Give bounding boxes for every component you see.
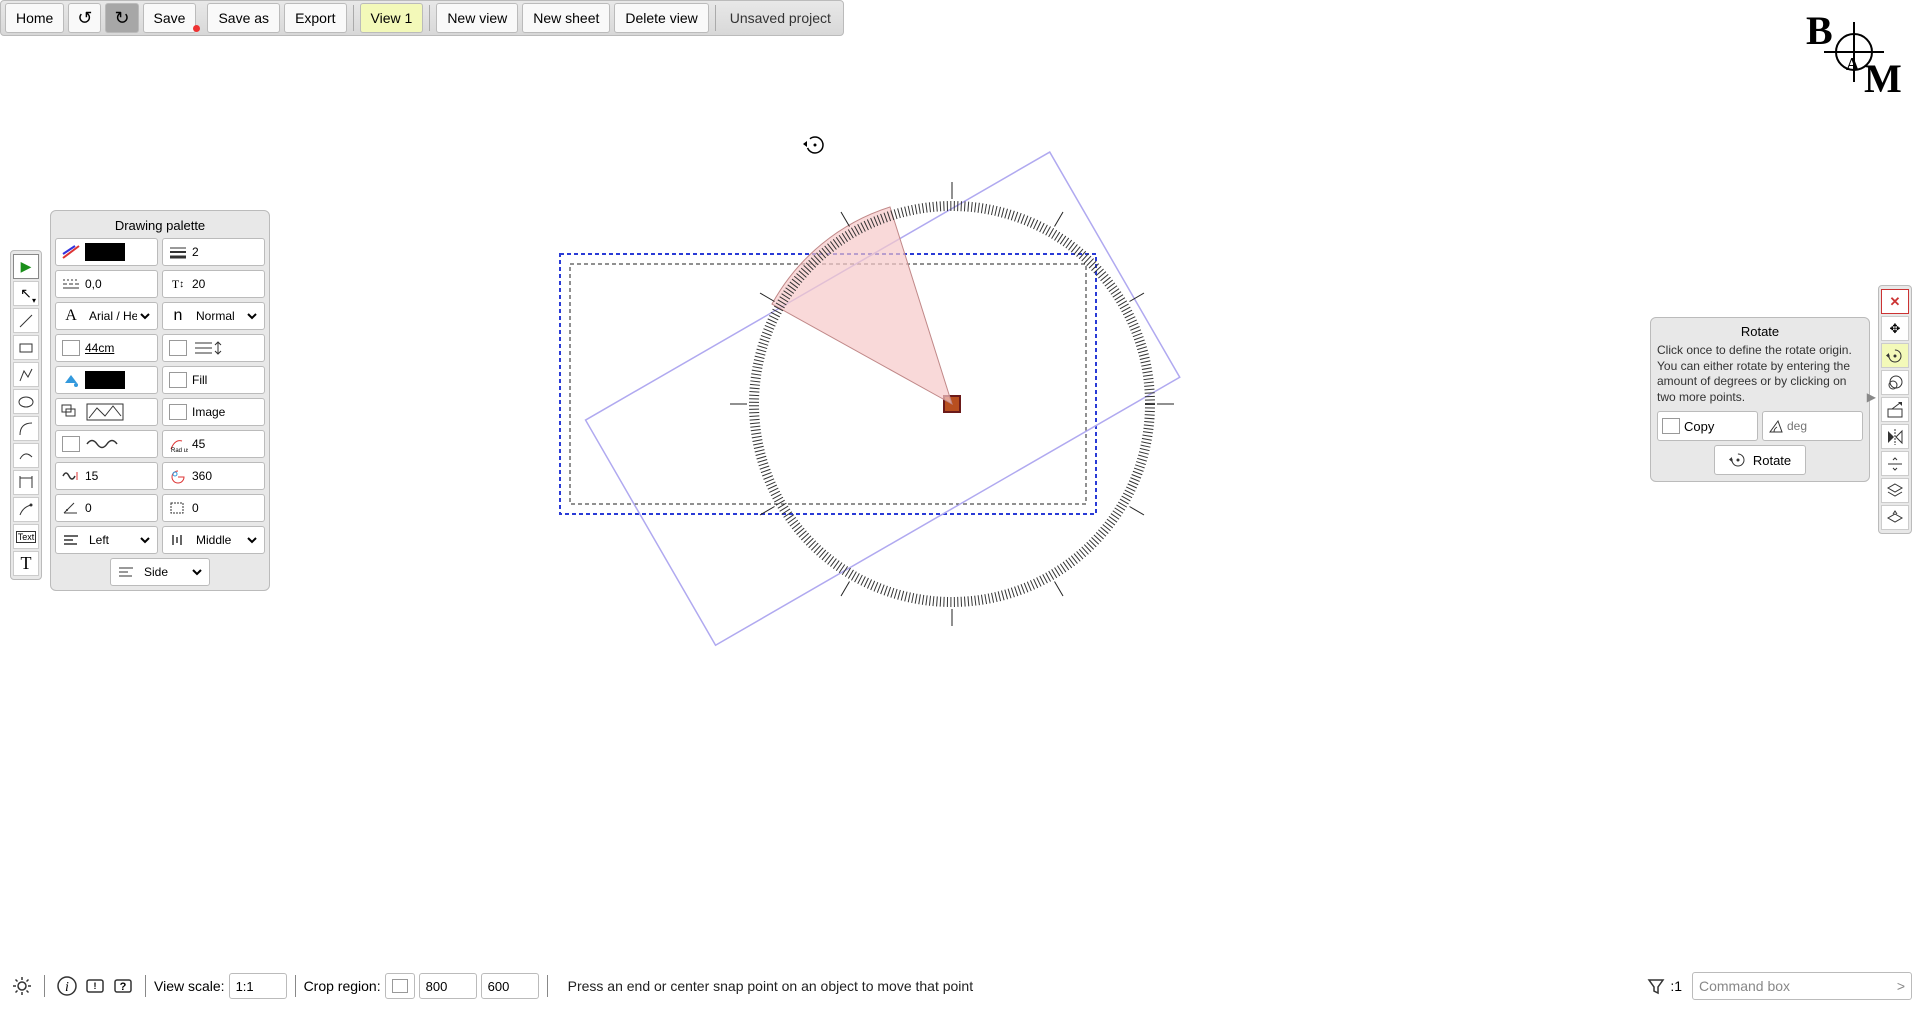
separator bbox=[353, 5, 354, 31]
undo-button[interactable]: ↺ bbox=[68, 3, 101, 33]
new-view-button[interactable]: New view bbox=[436, 3, 518, 33]
svg-text:i: i bbox=[65, 980, 69, 995]
status-bar: i ! ? View scale: Crop region: Press an … bbox=[8, 971, 1912, 1001]
status-message: Press an end or center snap point on an … bbox=[568, 978, 973, 994]
funnel-value: :1 bbox=[1670, 978, 1682, 994]
edit-points-tool[interactable] bbox=[1881, 397, 1909, 422]
command-caret: > bbox=[1897, 978, 1905, 994]
crop-height-input[interactable] bbox=[488, 979, 532, 994]
top-toolbar: Home ↺ ↻ Save Save as Export View 1 New … bbox=[0, 0, 844, 36]
svg-text:?: ? bbox=[120, 981, 127, 993]
rotate-cursor-icon bbox=[803, 137, 823, 153]
crop-region-toggle[interactable] bbox=[385, 973, 415, 999]
save-button[interactable]: Save bbox=[143, 3, 197, 33]
unsaved-indicator-dot bbox=[193, 25, 200, 32]
scale-tool[interactable] bbox=[1881, 370, 1909, 395]
right-toolbar: ✕ ✥ bbox=[1878, 285, 1912, 534]
view-scale-field[interactable] bbox=[229, 973, 287, 999]
rotate-deg-input[interactable] bbox=[1787, 419, 1827, 433]
separator bbox=[429, 5, 430, 31]
crop-width-field[interactable] bbox=[419, 973, 477, 999]
crop-width-input[interactable] bbox=[426, 979, 470, 994]
svg-text:!: ! bbox=[94, 981, 97, 991]
help-icon[interactable]: ? bbox=[112, 975, 134, 997]
export-button[interactable]: Export bbox=[284, 3, 346, 33]
arrange-tool[interactable] bbox=[1881, 478, 1909, 503]
canvas[interactable] bbox=[0, 40, 1920, 969]
rotate-copy-toggle[interactable]: Copy bbox=[1657, 411, 1758, 441]
command-box[interactable]: Command box > bbox=[1692, 972, 1912, 1000]
command-placeholder: Command box bbox=[1699, 978, 1790, 994]
funnel-icon[interactable] bbox=[1645, 975, 1667, 997]
rotate-panel-title: Rotate bbox=[1657, 324, 1863, 339]
tips-icon[interactable]: ! bbox=[84, 975, 106, 997]
view-scale-input[interactable] bbox=[236, 979, 280, 994]
rotate-deg-field[interactable] bbox=[1762, 411, 1863, 441]
delete-view-button[interactable]: Delete view bbox=[614, 3, 708, 33]
rotate-tool[interactable] bbox=[1881, 343, 1909, 368]
info-icon[interactable]: i bbox=[56, 975, 78, 997]
mirror-h-tool[interactable] bbox=[1881, 424, 1909, 449]
view1-button[interactable]: View 1 bbox=[360, 3, 424, 33]
project-title: Unsaved project bbox=[720, 10, 841, 26]
redo-button[interactable]: ↻ bbox=[105, 3, 138, 33]
crop-region-label: Crop region: bbox=[304, 978, 381, 994]
save-as-button[interactable]: Save as bbox=[207, 3, 280, 33]
crop-height-field[interactable] bbox=[481, 973, 539, 999]
rotate-apply-button[interactable]: Rotate bbox=[1714, 445, 1806, 475]
view-scale-label: View scale: bbox=[154, 978, 225, 994]
align-tool[interactable] bbox=[1881, 451, 1909, 476]
panel-collapse-arrow[interactable]: ▶ bbox=[1867, 390, 1876, 404]
separator bbox=[715, 5, 716, 31]
move-tool[interactable]: ✥ bbox=[1881, 316, 1909, 341]
rotate-panel: Rotate Click once to define the rotate o… bbox=[1650, 317, 1870, 482]
new-sheet-button[interactable]: New sheet bbox=[522, 3, 610, 33]
settings-icon[interactable] bbox=[11, 975, 33, 997]
to-front-tool[interactable] bbox=[1881, 505, 1909, 530]
home-button[interactable]: Home bbox=[5, 3, 64, 33]
rotate-panel-desc: Click once to define the rotate origin. … bbox=[1657, 343, 1863, 405]
close-transform-button[interactable]: ✕ bbox=[1881, 289, 1909, 314]
